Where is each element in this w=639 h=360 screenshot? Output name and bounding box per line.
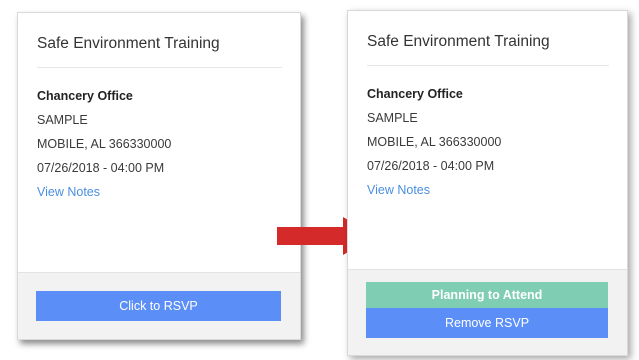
address-line: SAMPLE <box>367 111 418 125</box>
card-footer: Planning to Attend Remove RSVP <box>348 269 627 355</box>
event-title: Safe Environment Training <box>367 33 550 50</box>
address-line: SAMPLE <box>37 113 88 127</box>
event-datetime: 07/26/2018 - 04:00 PM <box>367 159 495 173</box>
location-name: Chancery Office <box>37 89 133 103</box>
event-card-before: Safe Environment Training Chancery Offic… <box>17 12 301 340</box>
planning-to-attend-button[interactable]: Planning to Attend <box>366 282 608 308</box>
event-title: Safe Environment Training <box>37 35 220 52</box>
view-notes-link[interactable]: View Notes <box>37 180 171 204</box>
rsvp-button[interactable]: Click to RSVP <box>36 291 281 321</box>
event-card-after: Safe Environment Training Chancery Offic… <box>347 10 628 356</box>
location-name: Chancery Office <box>367 87 463 101</box>
view-notes-link[interactable]: View Notes <box>367 178 501 202</box>
city-line: MOBILE, AL 366330000 <box>367 135 502 149</box>
divider <box>367 65 609 66</box>
event-details: Chancery Office SAMPLE MOBILE, AL 366330… <box>367 82 501 202</box>
card-footer: Click to RSVP <box>18 272 300 339</box>
remove-rsvp-button[interactable]: Remove RSVP <box>366 308 608 338</box>
event-datetime: 07/26/2018 - 04:00 PM <box>37 161 165 175</box>
city-line: MOBILE, AL 366330000 <box>37 137 172 151</box>
divider <box>37 67 282 68</box>
event-details: Chancery Office SAMPLE MOBILE, AL 366330… <box>37 84 171 204</box>
